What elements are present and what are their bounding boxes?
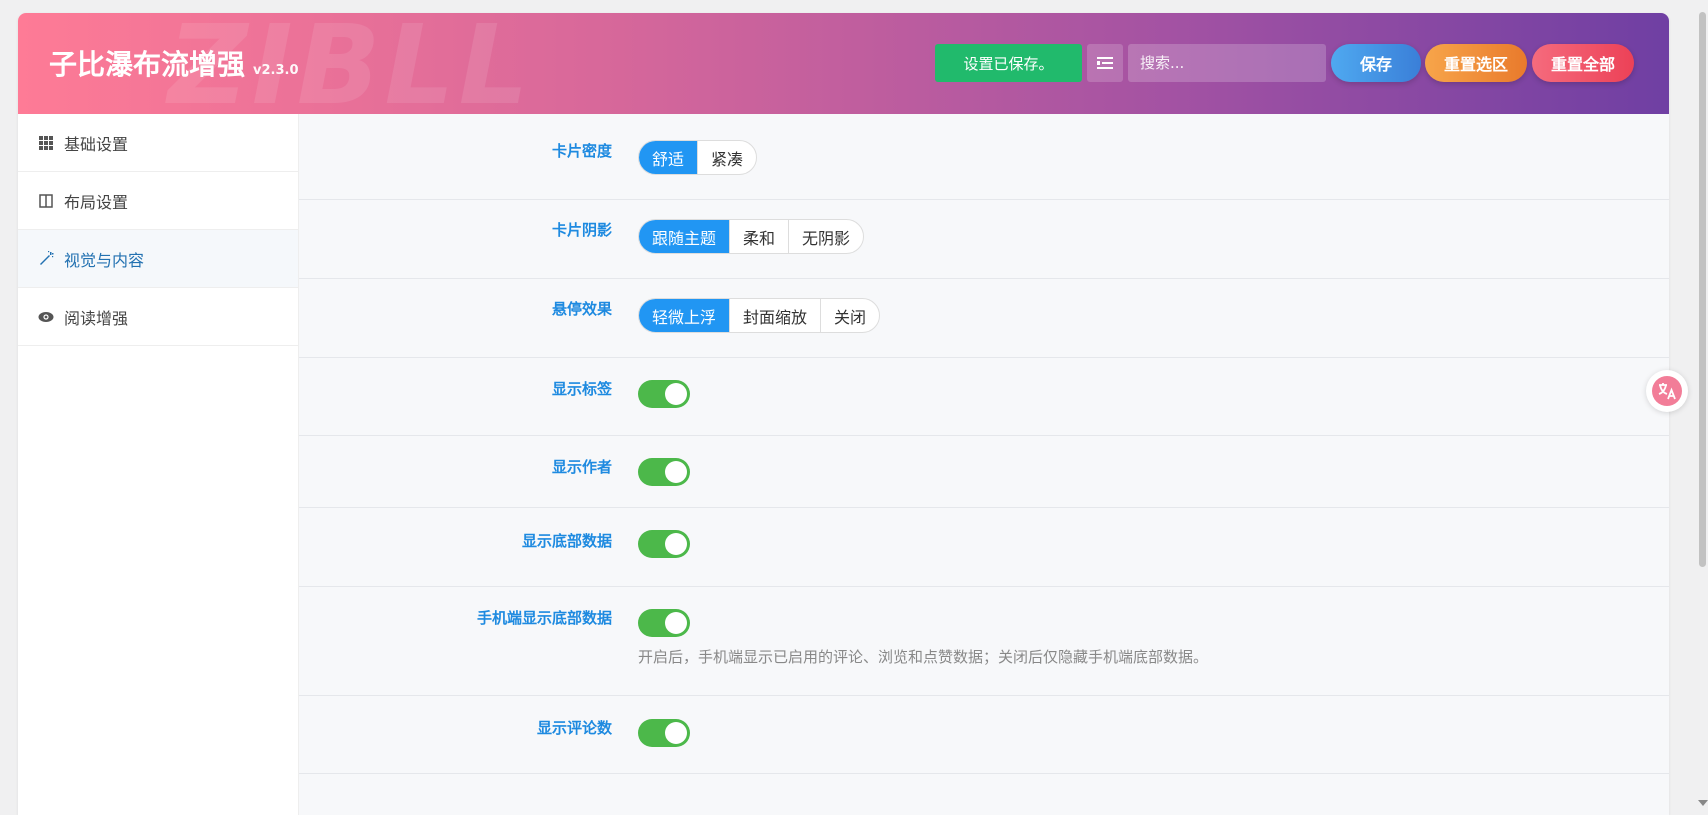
setting-label: 悬停效果 — [551, 300, 612, 318]
setting-label: 显示标签 — [551, 380, 612, 398]
setting-label: 卡片密度 — [551, 142, 612, 160]
show-tags-toggle[interactable] — [638, 380, 690, 408]
setting-label: 手机端显示底部数据 — [476, 609, 612, 627]
sidebar-item-label: 布局设置 — [64, 192, 129, 212]
setting-row-card-density: 卡片密度 舒适 紧凑 — [299, 114, 1669, 200]
settings-panel: ZIBLL 子比瀑布流增强 v2.3.0 设置已保存。 保存 重置选区 重置全部 — [18, 13, 1669, 815]
sidebar-item-label: 阅读增强 — [64, 308, 129, 328]
setting-label: 显示评论数 — [536, 719, 612, 737]
option-compact[interactable]: 紧凑 — [698, 141, 756, 174]
sidebar-item-basic[interactable]: 基础设置 — [18, 114, 298, 172]
option-comfortable[interactable]: 舒适 — [639, 141, 699, 174]
saved-notice: 设置已保存。 — [935, 44, 1082, 82]
setting-row-card-shadow: 卡片阴影 跟随主题 柔和 无阴影 — [299, 200, 1669, 279]
page-title: 子比瀑布流增强 v2.3.0 — [49, 43, 299, 83]
setting-label: 显示底部数据 — [521, 532, 612, 550]
option-soft[interactable]: 柔和 — [730, 220, 790, 253]
menu-toggle-button[interactable] — [1087, 44, 1123, 82]
setting-label: 显示作者 — [551, 458, 612, 476]
setting-description: 开启后，手机端显示已启用的评论、浏览和点赞数据；关闭后仅隐藏手机端底部数据。 — [638, 648, 1209, 666]
show-footer-data-toggle[interactable] — [638, 530, 690, 558]
option-off[interactable]: 关闭 — [821, 299, 879, 332]
grid-icon — [38, 135, 54, 151]
reset-all-button[interactable]: 重置全部 — [1532, 44, 1634, 82]
setting-row-show-tags: 显示标签 — [299, 358, 1669, 436]
translate-icon — [1652, 376, 1682, 406]
sidebar-item-label: 基础设置 — [64, 134, 129, 154]
setting-label: 卡片阴影 — [551, 221, 612, 239]
option-cover-zoom[interactable]: 封面缩放 — [730, 299, 822, 332]
search-input[interactable] — [1128, 44, 1326, 82]
sidebar-item-layout[interactable]: 布局设置 — [18, 172, 298, 230]
scrollbar-thumb[interactable] — [1699, 12, 1706, 567]
show-comment-count-toggle[interactable] — [638, 719, 690, 747]
option-follow-theme[interactable]: 跟随主题 — [639, 220, 731, 253]
app-title: 子比瀑布流增强 — [49, 48, 246, 81]
setting-row-show-footer-data: 显示底部数据 — [299, 508, 1669, 587]
setting-row-show-comment-count: 显示评论数 — [299, 696, 1669, 774]
header: ZIBLL 子比瀑布流增强 v2.3.0 设置已保存。 保存 重置选区 重置全部 — [18, 13, 1669, 114]
columns-icon — [38, 193, 54, 209]
card-density-selector: 舒适 紧凑 — [638, 140, 758, 175]
settings-content: 卡片密度 舒适 紧凑 卡片阴影 跟随主题 柔和 无阴影 悬停效果 轻微上浮 封面… — [299, 114, 1669, 815]
setting-row-mobile-footer-data: 手机端显示底部数据 开启后，手机端显示已启用的评论、浏览和点赞数据；关闭后仅隐藏… — [299, 587, 1669, 696]
save-button[interactable]: 保存 — [1331, 44, 1421, 82]
option-float-up[interactable]: 轻微上浮 — [639, 299, 731, 332]
sidebar: 基础设置 布局设置 视觉与内容 阅读增强 — [18, 114, 299, 815]
sidebar-item-label: 视觉与内容 — [64, 250, 145, 270]
sidebar-item-reading[interactable]: 阅读增强 — [18, 288, 298, 346]
option-no-shadow[interactable]: 无阴影 — [789, 220, 863, 253]
setting-row-show-author: 显示作者 — [299, 436, 1669, 508]
hover-effect-selector: 轻微上浮 封面缩放 关闭 — [638, 298, 881, 333]
setting-row-hover-effect: 悬停效果 轻微上浮 封面缩放 关闭 — [299, 279, 1669, 358]
sidebar-item-visual[interactable]: 视觉与内容 — [18, 230, 298, 288]
eye-icon — [38, 309, 54, 325]
mobile-footer-data-toggle[interactable] — [638, 609, 690, 637]
version-badge: v2.3.0 — [253, 63, 299, 78]
scroll-down-arrow[interactable] — [1698, 800, 1708, 806]
menu-icon — [1097, 57, 1113, 69]
reset-section-button[interactable]: 重置选区 — [1425, 44, 1527, 82]
show-author-toggle[interactable] — [638, 458, 690, 486]
card-shadow-selector: 跟随主题 柔和 无阴影 — [638, 219, 865, 254]
translate-button[interactable] — [1646, 370, 1688, 412]
magic-wand-icon — [38, 251, 54, 267]
